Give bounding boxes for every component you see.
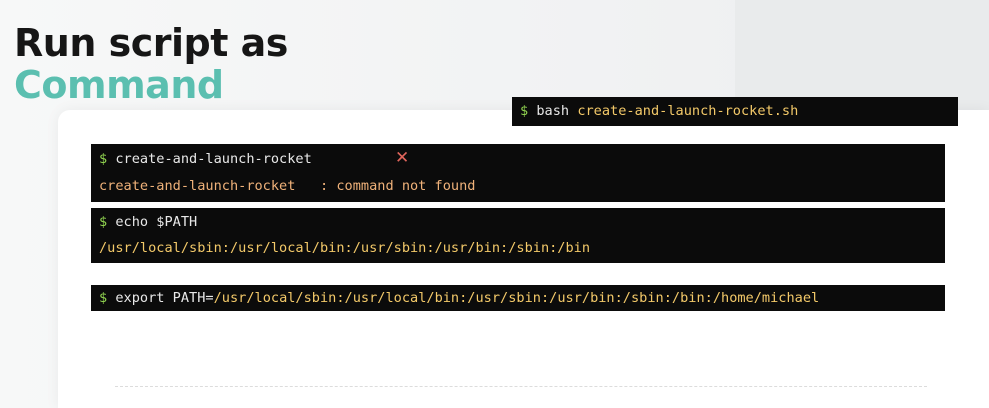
slide-title-line1: Run script as [14, 21, 288, 65]
terminal-line: $ bash create-and-launch-rocket.sh [520, 102, 798, 120]
command-text: echo $PATH [115, 214, 198, 230]
slide-title: Run script as Command [14, 22, 288, 106]
terminal-command-not-found: $ create-and-launch-rocket ✕ create-and-… [91, 144, 945, 202]
terminal-bash: $ bash create-and-launch-rocket.sh [512, 97, 958, 126]
path-output: /usr/local/sbin:/usr/local/bin:/usr/sbin… [99, 240, 591, 256]
terminal-line: $ export PATH=/usr/local/sbin:/usr/local… [99, 289, 819, 307]
prompt-symbol: $ [99, 214, 108, 230]
error-message: : command not found [295, 178, 476, 194]
close-icon: ✕ [395, 148, 410, 168]
prompt-symbol: $ [520, 103, 529, 119]
error-command-name: create-and-launch-rocket [99, 178, 296, 194]
command-text: create-and-launch-rocket [115, 151, 312, 167]
command-text: bash [536, 103, 570, 119]
terminal-export-path: $ export PATH=/usr/local/sbin:/usr/local… [91, 285, 945, 311]
terminal-line: $ create-and-launch-rocket [99, 150, 312, 168]
command-text: export PATH= [115, 290, 214, 306]
prompt-symbol: $ [99, 151, 108, 167]
script-name: create-and-launch-rocket.sh [577, 103, 799, 119]
prompt-symbol: $ [99, 290, 108, 306]
divider [115, 386, 927, 387]
terminal-echo-path: $ echo $PATH /usr/local/sbin:/usr/local/… [91, 208, 945, 263]
terminal-error-line: create-and-launch-rocket : command not f… [99, 177, 475, 195]
background-panel [735, 0, 989, 110]
terminal-line: $ echo $PATH [99, 213, 197, 231]
export-path-value: /usr/local/sbin:/usr/local/bin:/usr/sbin… [213, 290, 820, 306]
slide-title-line2: Command [14, 63, 224, 107]
